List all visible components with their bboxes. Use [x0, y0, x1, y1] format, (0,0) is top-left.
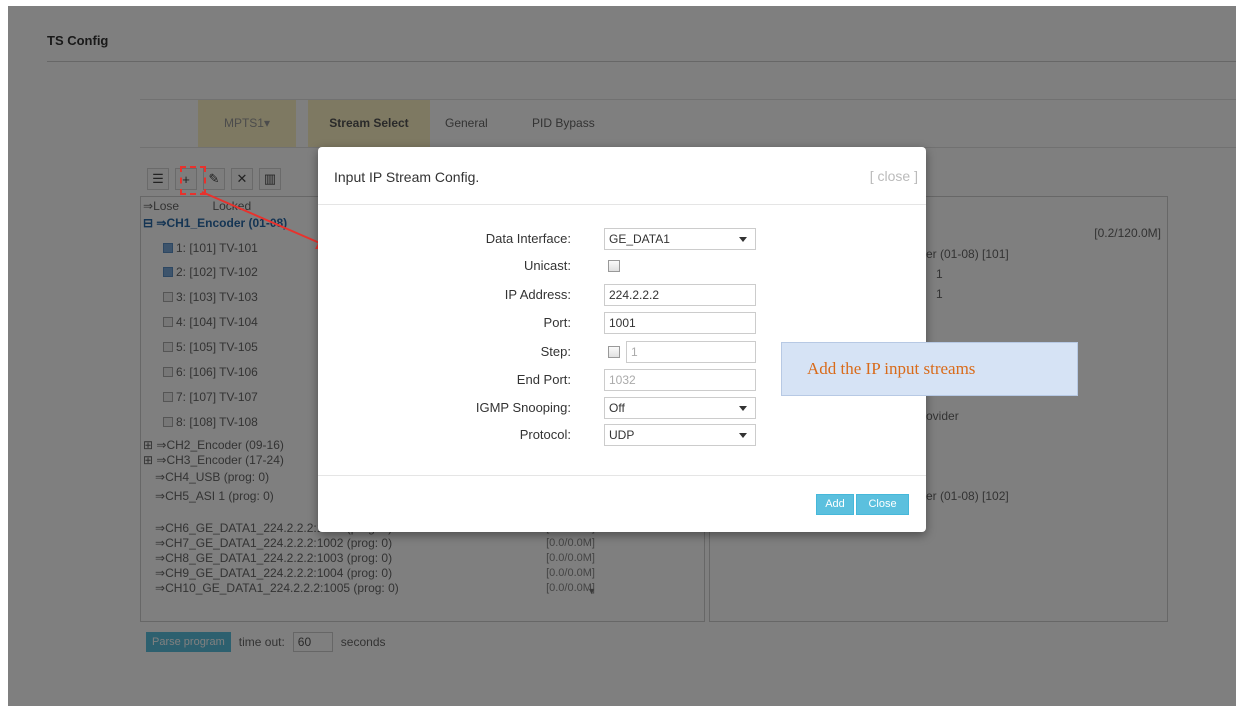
- data-interface-select[interactable]: GE_DATA1: [604, 228, 756, 250]
- ip-address-input[interactable]: 224.2.2.2: [604, 284, 756, 306]
- protocol-value: UDP: [609, 428, 635, 442]
- add-button[interactable]: Add: [816, 494, 854, 515]
- data-interface-label: Data Interface:: [485, 231, 571, 246]
- port-label: Port:: [543, 315, 571, 330]
- unicast-label: Unicast:: [524, 258, 571, 273]
- protocol-row: Protocol: UDP: [318, 424, 926, 446]
- protocol-label: Protocol:: [519, 427, 571, 442]
- data-interface-value: GE_DATA1: [609, 232, 670, 246]
- close-button[interactable]: Close: [856, 494, 909, 515]
- end-port-label: End Port:: [516, 372, 571, 387]
- modal-title: Input IP Stream Config.: [334, 169, 480, 185]
- protocol-select[interactable]: UDP: [604, 424, 756, 446]
- step-checkbox[interactable]: [608, 346, 620, 358]
- port-row: Port: 1001: [318, 312, 926, 334]
- unicast-row: Unicast:: [318, 255, 926, 277]
- chevron-down-icon: [739, 237, 747, 242]
- igmp-snooping-value: Off: [609, 401, 625, 415]
- igmp-snooping-row: IGMP Snooping: Off: [318, 397, 926, 419]
- chevron-down-icon: [739, 433, 747, 438]
- modal-header: Input IP Stream Config. [ close ]: [318, 147, 926, 205]
- data-interface-row: Data Interface: GE_DATA1: [318, 228, 926, 250]
- ip-address-label: IP Address:: [504, 287, 571, 302]
- callout-text: Add the IP input streams: [807, 359, 976, 378]
- input-ip-stream-dialog: Input IP Stream Config. [ close ] Data I…: [318, 147, 926, 532]
- end-port-input[interactable]: 1032: [604, 369, 756, 391]
- chevron-down-icon: [739, 406, 747, 411]
- ip-address-row: IP Address: 224.2.2.2: [318, 284, 926, 306]
- igmp-snooping-select[interactable]: Off: [604, 397, 756, 419]
- port-input[interactable]: 1001: [604, 312, 756, 334]
- modal-close-link[interactable]: [ close ]: [870, 168, 918, 184]
- step-label: Step:: [540, 344, 571, 359]
- unicast-checkbox[interactable]: [608, 260, 620, 272]
- igmp-snooping-label: IGMP Snooping:: [475, 400, 571, 415]
- step-input[interactable]: 1: [626, 341, 756, 363]
- annotation-callout: Add the IP input streams: [781, 342, 1078, 396]
- modal-footer: Add Close: [318, 475, 926, 532]
